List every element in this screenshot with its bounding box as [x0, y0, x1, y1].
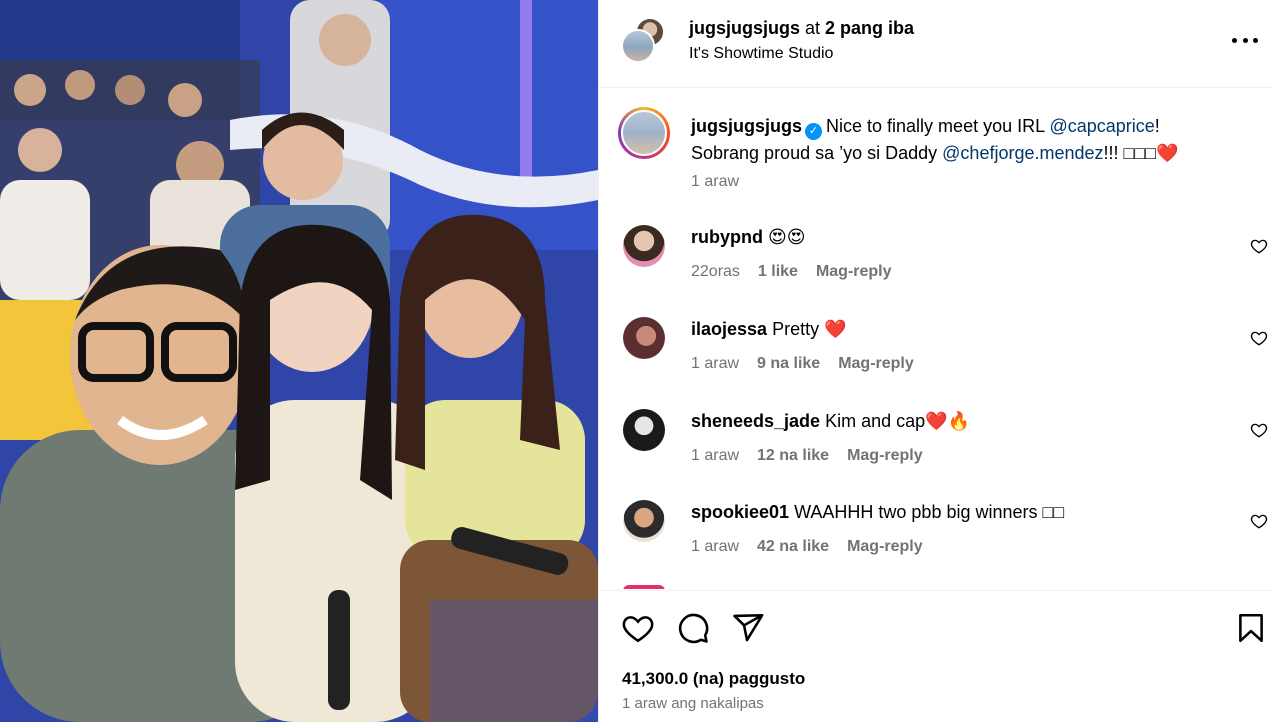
comment-time[interactable]: 1 araw [691, 538, 739, 556]
comment-meta: 22oras 1 like Mag-reply [691, 263, 892, 281]
comment-avatar[interactable] [623, 225, 665, 267]
post-photo [0, 0, 598, 722]
post-header: jugsjugsjugs at 2 pang iba It's Showtime… [599, 0, 1273, 88]
comment-text-line: rubypnd 😍😍 [691, 227, 806, 248]
comment-likes[interactable]: 1 like [758, 263, 798, 281]
comment-text-line: spookiee01 WAAHHH two pbb big winners □□ [691, 502, 1064, 523]
comment-username[interactable]: rubypnd [691, 227, 763, 247]
comment-username[interactable]: sheneeds_jade [691, 411, 820, 431]
heart-icon[interactable] [621, 611, 655, 645]
post-detail-panel: jugsjugsjugs at 2 pang iba It's Showtime… [598, 0, 1273, 722]
comment-icon[interactable] [676, 611, 710, 645]
comment-username[interactable]: ilaojessa [691, 319, 767, 339]
more-icon-dot [1232, 37, 1237, 43]
comment-text: WAAHHH two pbb big winners □□ [794, 502, 1065, 522]
comment-text: 😍😍 [768, 227, 806, 247]
comment-avatar[interactable] [623, 409, 665, 451]
likes-count[interactable]: 41,300.0 (na) paggusto [622, 669, 805, 689]
comment-likes[interactable]: 9 na like [757, 355, 820, 373]
caption-time[interactable]: 1 araw [691, 173, 739, 191]
caption-mention-2[interactable]: @chefjorge.mendez [942, 143, 1103, 163]
more-icon-dot [1242, 37, 1248, 43]
comment-item: spookiee01 WAAHHH two pbb big winners □□… [599, 500, 1273, 580]
comment-item: rubypnd 😍😍 22oras 1 like Mag-reply [599, 225, 1273, 305]
verified-icon: ✓ [805, 123, 823, 140]
author-avatar [621, 29, 655, 63]
caption-text-1: Nice to finally meet you IRL [826, 116, 1050, 136]
caption-text-3: !!! □□□ [1103, 143, 1157, 163]
post-actions: 41,300.0 (na) paggusto 1 araw ang nakali… [599, 590, 1273, 722]
header-connector: at [800, 18, 826, 38]
comment-likes[interactable]: 12 na like [757, 447, 829, 465]
heart-icon[interactable] [1250, 512, 1268, 530]
more-icon-dot [1253, 37, 1258, 43]
reply-button[interactable]: Mag-reply [847, 538, 923, 556]
heart-icon[interactable] [1250, 421, 1268, 439]
comment-text: Kim and cap❤️🔥 [825, 411, 970, 431]
heart-icon[interactable] [1250, 237, 1268, 255]
comment-avatar-partial[interactable] [623, 585, 665, 589]
bookmark-icon[interactable] [1234, 611, 1268, 645]
reply-button[interactable]: Mag-reply [838, 355, 914, 373]
comment-username[interactable]: spookiee01 [691, 502, 789, 522]
comment-meta: 1 araw 9 na like Mag-reply [691, 355, 914, 373]
reply-button[interactable]: Mag-reply [816, 263, 892, 281]
comment-avatar[interactable] [623, 317, 665, 359]
comment-text-line: sheneeds_jade Kim and cap❤️🔥 [691, 411, 970, 432]
comment-time[interactable]: 22oras [691, 263, 740, 281]
post-photo-illustration [0, 0, 598, 722]
comment-avatar[interactable] [623, 500, 665, 542]
caption-mention-1[interactable]: @capcaprice [1049, 116, 1154, 136]
header-location[interactable]: It's Showtime Studio [689, 45, 914, 63]
comments-list[interactable]: jugsjugsjugs ✓ Nice to finally meet you IR… [599, 89, 1273, 589]
caption-username[interactable]: jugsjugsjugs [691, 116, 802, 136]
comment-text-line: ilaojessa Pretty ❤️ [691, 319, 847, 340]
comment-meta: 1 araw 12 na like Mag-reply [691, 447, 923, 465]
more-options-button[interactable] [1232, 30, 1258, 50]
comment-likes[interactable]: 42 na like [757, 538, 829, 556]
collab-avatars[interactable] [621, 17, 667, 63]
header-authors: jugsjugsjugs at 2 pang iba [689, 18, 914, 39]
comment-text: Pretty ❤️ [772, 319, 847, 339]
caption-avatar[interactable] [618, 107, 670, 159]
caption-body: jugsjugsjugs ✓ Nice to finally meet you IR… [691, 113, 1231, 166]
header-others[interactable]: 2 pang iba [825, 18, 914, 38]
header-text: jugsjugsjugs at 2 pang iba It's Showtime… [689, 18, 914, 63]
comment-item: sheneeds_jade Kim and cap❤️🔥 1 araw 12 n… [599, 409, 1273, 489]
caption-heart-emoji: ❤️ [1156, 143, 1179, 163]
comment-item: ilaojessa Pretty ❤️ 1 araw 9 na like Mag… [599, 317, 1273, 397]
reply-button[interactable]: Mag-reply [847, 447, 923, 465]
comment-time[interactable]: 1 araw [691, 447, 739, 465]
share-icon[interactable] [731, 611, 765, 645]
comment-time[interactable]: 1 araw [691, 355, 739, 373]
heart-icon[interactable] [1250, 329, 1268, 347]
header-username[interactable]: jugsjugsjugs [689, 18, 800, 38]
comment-meta: 1 araw 42 na like Mag-reply [691, 538, 923, 556]
post-timestamp[interactable]: 1 araw ang nakalipas [622, 695, 764, 712]
